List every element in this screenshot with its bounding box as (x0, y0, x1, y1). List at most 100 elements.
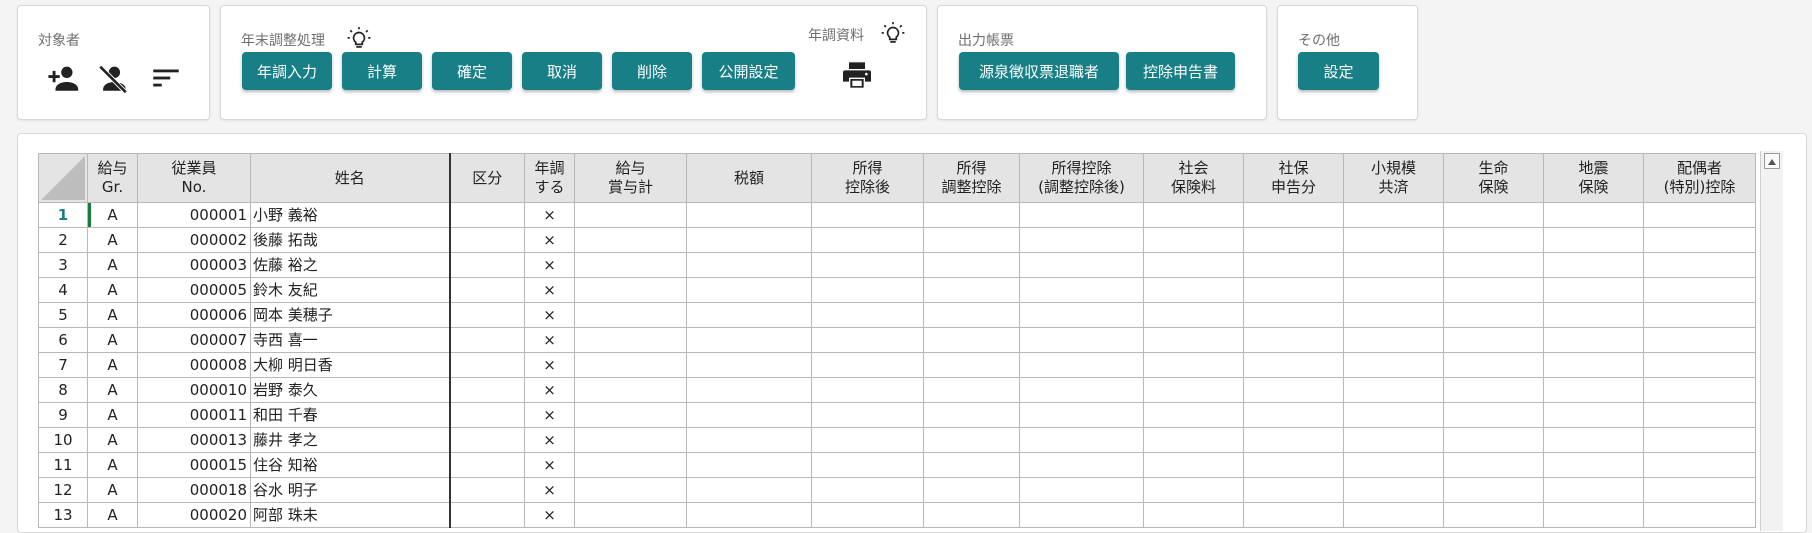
cell-employee-no[interactable]: 000020 (137, 502, 251, 528)
cell-name[interactable]: 阿部 珠未 (250, 502, 451, 528)
row-number[interactable]: 4 (38, 277, 88, 303)
cell-name[interactable]: 後藤 拓哉 (250, 227, 451, 253)
cell-empty[interactable] (811, 402, 924, 428)
cell-empty[interactable] (686, 327, 812, 353)
cell-nencho[interactable]: × (524, 427, 575, 453)
cell-empty[interactable] (1643, 427, 1756, 453)
cell-empty[interactable] (1343, 202, 1444, 228)
cell-empty[interactable] (923, 477, 1020, 503)
cell-empty[interactable] (1019, 477, 1144, 503)
row-number[interactable]: 1 (38, 202, 88, 228)
cell-empty[interactable] (1443, 427, 1544, 453)
cell-empty[interactable] (574, 202, 687, 228)
cell-nencho[interactable]: × (524, 227, 575, 253)
year-end-input-button[interactable]: 年調入力 (242, 52, 332, 90)
cell-kubun[interactable] (449, 477, 525, 503)
select-all-corner[interactable] (38, 153, 88, 203)
cell-empty[interactable] (1443, 502, 1544, 528)
cell-empty[interactable] (574, 352, 687, 378)
cell-empty[interactable] (923, 402, 1020, 428)
cell-empty[interactable] (811, 502, 924, 528)
cell-name[interactable]: 岩野 泰久 (250, 377, 451, 403)
cell-gr[interactable]: A (87, 202, 138, 228)
cell-gr[interactable]: A (87, 352, 138, 378)
cell-empty[interactable] (1243, 477, 1344, 503)
cell-empty[interactable] (1243, 452, 1344, 478)
cell-empty[interactable] (923, 327, 1020, 353)
sort-lines-icon[interactable] (149, 61, 183, 95)
cell-empty[interactable] (1143, 202, 1244, 228)
col-header-employee-no[interactable]: 従業員 No. (137, 153, 251, 203)
row-number[interactable]: 5 (38, 302, 88, 328)
cell-employee-no[interactable]: 000006 (137, 302, 251, 328)
cell-nencho[interactable]: × (524, 477, 575, 503)
cell-empty[interactable] (574, 327, 687, 353)
cell-empty[interactable] (1143, 227, 1244, 253)
cell-name[interactable]: 谷水 明子 (250, 477, 451, 503)
cell-kubun[interactable] (449, 402, 525, 428)
cell-empty[interactable] (1019, 502, 1144, 528)
cell-empty[interactable] (1543, 252, 1644, 278)
cell-empty[interactable] (923, 452, 1020, 478)
lightbulb-icon[interactable] (346, 26, 372, 52)
cell-gr[interactable]: A (87, 377, 138, 403)
withholding-slip-retired-button[interactable]: 源泉徴収票退職者 (959, 52, 1119, 90)
row-number[interactable]: 8 (38, 377, 88, 403)
cell-empty[interactable] (1343, 302, 1444, 328)
cell-employee-no[interactable]: 000013 (137, 427, 251, 453)
cell-empty[interactable] (574, 227, 687, 253)
cell-empty[interactable] (1243, 302, 1344, 328)
cell-empty[interactable] (1143, 352, 1244, 378)
col-header-income-after-deduction[interactable]: 所得 控除後 (811, 153, 924, 203)
cell-nencho[interactable]: × (524, 327, 575, 353)
cell-empty[interactable] (1243, 227, 1344, 253)
cell-empty[interactable] (1243, 352, 1344, 378)
lightbulb-icon[interactable] (880, 21, 906, 47)
table-row[interactable]: 6 A 000007 寺西 喜一 × (38, 327, 1756, 353)
cell-empty[interactable] (1343, 377, 1444, 403)
table-row[interactable]: 3 A 000003 佐藤 裕之 × (38, 252, 1756, 278)
cell-nencho[interactable]: × (524, 402, 575, 428)
cell-empty[interactable] (574, 452, 687, 478)
cell-empty[interactable] (1543, 227, 1644, 253)
cell-empty[interactable] (1143, 302, 1244, 328)
cell-empty[interactable] (1243, 377, 1344, 403)
cell-name[interactable]: 住谷 知裕 (250, 452, 451, 478)
cell-empty[interactable] (1543, 477, 1644, 503)
row-number[interactable]: 12 (38, 477, 88, 503)
cell-empty[interactable] (811, 352, 924, 378)
cell-nencho[interactable]: × (524, 502, 575, 528)
cell-empty[interactable] (1019, 352, 1144, 378)
cell-empty[interactable] (1243, 202, 1344, 228)
row-number[interactable]: 10 (38, 427, 88, 453)
cell-empty[interactable] (1019, 427, 1144, 453)
col-header-social-insurance[interactable]: 社会 保険料 (1143, 153, 1244, 203)
cell-employee-no[interactable]: 000008 (137, 352, 251, 378)
cell-empty[interactable] (923, 277, 1020, 303)
cell-empty[interactable] (923, 502, 1020, 528)
publish-settings-button[interactable]: 公開設定 (702, 52, 795, 90)
cell-name[interactable]: 和田 千春 (250, 402, 451, 428)
cell-empty[interactable] (1143, 452, 1244, 478)
confirm-button[interactable]: 確定 (432, 52, 512, 90)
cell-empty[interactable] (574, 277, 687, 303)
cell-kubun[interactable] (449, 277, 525, 303)
cell-empty[interactable] (1243, 427, 1344, 453)
cell-name[interactable]: 岡本 美穂子 (250, 302, 451, 328)
cell-empty[interactable] (1643, 202, 1756, 228)
cell-empty[interactable] (1543, 202, 1644, 228)
col-header-tax[interactable]: 税額 (686, 153, 812, 203)
cell-empty[interactable] (1643, 277, 1756, 303)
cell-gr[interactable]: A (87, 227, 138, 253)
cell-empty[interactable] (811, 202, 924, 228)
cell-kubun[interactable] (449, 302, 525, 328)
cell-empty[interactable] (686, 252, 812, 278)
cell-gr[interactable]: A (87, 327, 138, 353)
cell-employee-no[interactable]: 000002 (137, 227, 251, 253)
cell-empty[interactable] (1143, 427, 1244, 453)
cell-gr[interactable]: A (87, 277, 138, 303)
table-row[interactable]: 12 A 000018 谷水 明子 × (38, 477, 1756, 503)
cell-empty[interactable] (811, 252, 924, 278)
cell-name[interactable]: 寺西 喜一 (250, 327, 451, 353)
cell-empty[interactable] (1643, 327, 1756, 353)
